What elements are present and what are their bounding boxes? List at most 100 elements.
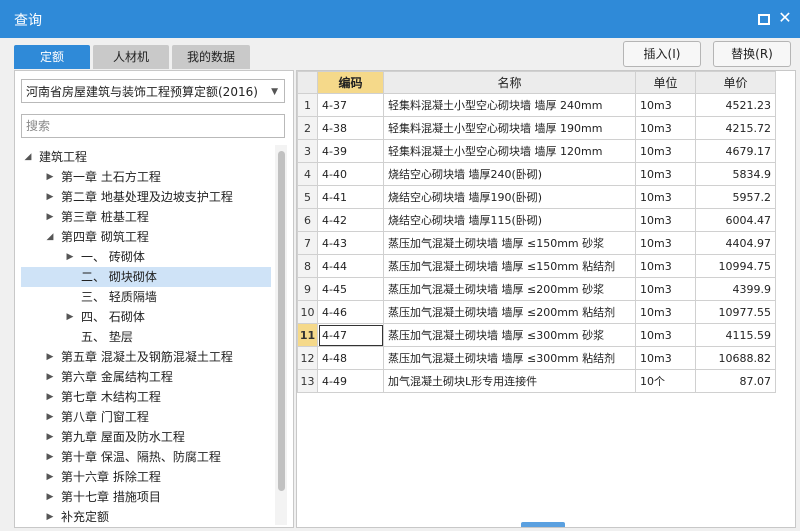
unit-cell[interactable]: 10m3 — [635, 231, 696, 255]
code-cell[interactable]: 4-44 — [317, 254, 384, 278]
expand-icon[interactable]: ▶ — [45, 487, 55, 507]
code-cell[interactable]: 4-42 — [317, 208, 384, 232]
row-number[interactable]: 8 — [297, 254, 318, 278]
tree-scrollbar[interactable] — [275, 145, 287, 525]
column-header-name[interactable]: 名称 — [383, 71, 636, 94]
unit-cell[interactable]: 10m3 — [635, 116, 696, 140]
table-row[interactable]: 5 4-41 烧结空心砌块墙 墙厚190(卧砌) 10m3 5957.2 — [297, 185, 776, 209]
tree-item-chapter-8[interactable]: ▶ 第八章 门窗工程 — [21, 407, 271, 427]
expand-icon[interactable]: ▶ — [45, 347, 55, 367]
table-row[interactable]: 4 4-40 烧结空心砌块墙 墙厚240(卧砌) 10m3 5834.9 — [297, 162, 776, 186]
unit-cell[interactable]: 10个 — [635, 369, 696, 393]
unit-cell[interactable]: 10m3 — [635, 277, 696, 301]
row-number[interactable]: 1 — [297, 93, 318, 117]
table-row[interactable]: 10 4-46 蒸压加气混凝土砌块墙 墙厚 ≤200mm 粘结剂 10m3 10977.… — [297, 300, 776, 324]
tree-item-chapter-2[interactable]: ▶ 第二章 地基处理及边坡支护工程 — [21, 187, 271, 207]
tree-item-chapter-9[interactable]: ▶ 第九章 屋面及防水工程 — [21, 427, 271, 447]
table-row[interactable]: 8 4-44 蒸压加气混凝土砌块墙 墙厚 ≤150mm 粘结剂 10m3 10994.7… — [297, 254, 776, 278]
table-row[interactable]: 7 4-43 蒸压加气混凝土砌块墙 墙厚 ≤150mm 砂浆 10m3 4404.97 — [297, 231, 776, 255]
expand-icon[interactable]: ▶ — [45, 407, 55, 427]
row-number[interactable]: 10 — [297, 300, 318, 324]
tree-item-light-partition[interactable]: 三、 轻质隔墙 — [21, 287, 271, 307]
code-cell[interactable]: 4-38 — [317, 116, 384, 140]
tree-item-chapter-7[interactable]: ▶ 第七章 木结构工程 — [21, 387, 271, 407]
price-cell[interactable]: 10688.82 — [695, 346, 776, 370]
row-number[interactable]: 3 — [297, 139, 318, 163]
tree-item-chapter-5[interactable]: ▶ 第五章 混凝土及钢筋混凝土工程 — [21, 347, 271, 367]
tree-item-chapter-6[interactable]: ▶ 第六章 金属结构工程 — [21, 367, 271, 387]
tree-item-brick-masonry[interactable]: ▶ 一、 砖砌体 — [21, 247, 271, 267]
row-number[interactable]: 11 — [297, 323, 318, 347]
maximize-icon[interactable] — [754, 9, 772, 27]
tree-item-building[interactable]: ◢ 建筑工程 — [21, 147, 271, 167]
chevron-down-icon[interactable]: ▼ — [271, 80, 278, 104]
unit-cell[interactable]: 10m3 — [635, 93, 696, 117]
expand-icon[interactable]: ▶ — [45, 207, 55, 227]
close-icon[interactable]: ✕ — [776, 9, 794, 27]
table-row[interactable]: 3 4-39 轻集料混凝土小型空心砌块墙 墙厚 120mm 10m3 4679.17 — [297, 139, 776, 163]
price-cell[interactable]: 10977.55 — [695, 300, 776, 324]
replace-button[interactable]: 替换(R) — [713, 41, 791, 67]
table-row[interactable]: 1 4-37 轻集料混凝土小型空心砌块墙 墙厚 240mm 10m3 4521.23 — [297, 93, 776, 117]
name-cell[interactable]: 加气混凝土砌块L形专用连接件 — [383, 369, 636, 393]
insert-button[interactable]: 插入(I) — [623, 41, 701, 67]
grid-scroll-grip[interactable] — [521, 522, 565, 527]
name-cell[interactable]: 烧结空心砌块墙 墙厚240(卧砌) — [383, 162, 636, 186]
unit-cell[interactable]: 10m3 — [635, 300, 696, 324]
table-row[interactable]: 6 4-42 烧结空心砌块墙 墙厚115(卧砌) 10m3 6004.47 — [297, 208, 776, 232]
code-cell[interactable]: 4-46 — [317, 300, 384, 324]
expand-icon[interactable]: ▶ — [65, 247, 75, 267]
price-cell[interactable]: 4399.9 — [695, 277, 776, 301]
code-cell[interactable]: 4-47 — [317, 323, 384, 347]
tree-scrollbar-thumb[interactable] — [278, 151, 285, 491]
collapse-icon[interactable]: ◢ — [23, 147, 33, 167]
expand-icon[interactable]: ▶ — [45, 187, 55, 207]
tree-item-chapter-1[interactable]: ▶ 第一章 土石方工程 — [21, 167, 271, 187]
name-cell[interactable]: 烧结空心砌块墙 墙厚115(卧砌) — [383, 208, 636, 232]
row-number[interactable]: 9 — [297, 277, 318, 301]
unit-cell[interactable]: 10m3 — [635, 208, 696, 232]
code-cell[interactable]: 4-43 — [317, 231, 384, 255]
expand-icon[interactable]: ▶ — [45, 387, 55, 407]
tree-item-stone-masonry[interactable]: ▶ 四、 石砌体 — [21, 307, 271, 327]
row-number[interactable]: 5 — [297, 185, 318, 209]
expand-icon[interactable]: ▶ — [45, 167, 55, 187]
name-cell[interactable]: 蒸压加气混凝土砌块墙 墙厚 ≤150mm 砂浆 — [383, 231, 636, 255]
column-header-unit[interactable]: 单位 — [635, 71, 696, 94]
code-cell[interactable]: 4-39 — [317, 139, 384, 163]
price-cell[interactable]: 4679.17 — [695, 139, 776, 163]
name-cell[interactable]: 烧结空心砌块墙 墙厚190(卧砌) — [383, 185, 636, 209]
expand-icon[interactable]: ▶ — [45, 507, 55, 525]
table-row[interactable]: 2 4-38 轻集料混凝土小型空心砌块墙 墙厚 190mm 10m3 4215.72 — [297, 116, 776, 140]
code-cell[interactable]: 4-41 — [317, 185, 384, 209]
unit-cell[interactable]: 10m3 — [635, 254, 696, 278]
tree-item-chapter-4[interactable]: ◢ 第四章 砌筑工程 — [21, 227, 271, 247]
row-number[interactable]: 12 — [297, 346, 318, 370]
tree-item-block-masonry[interactable]: 二、 砌块砌体 — [21, 267, 271, 287]
price-cell[interactable]: 87.07 — [695, 369, 776, 393]
name-cell[interactable]: 蒸压加气混凝土砌块墙 墙厚 ≤200mm 砂浆 — [383, 277, 636, 301]
tab-labor-material-machine[interactable]: 人材机 — [93, 45, 169, 69]
unit-cell[interactable]: 10m3 — [635, 139, 696, 163]
expand-icon[interactable]: ▶ — [45, 447, 55, 467]
row-number[interactable]: 2 — [297, 116, 318, 140]
price-cell[interactable]: 5834.9 — [695, 162, 776, 186]
name-cell[interactable]: 蒸压加气混凝土砌块墙 墙厚 ≤300mm 砂浆 — [383, 323, 636, 347]
name-cell[interactable]: 蒸压加气混凝土砌块墙 墙厚 ≤200mm 粘结剂 — [383, 300, 636, 324]
price-cell[interactable]: 4404.97 — [695, 231, 776, 255]
price-cell[interactable]: 4215.72 — [695, 116, 776, 140]
price-cell[interactable]: 4521.23 — [695, 93, 776, 117]
search-input[interactable] — [21, 114, 285, 138]
code-cell[interactable]: 4-49 — [317, 369, 384, 393]
price-cell[interactable]: 4115.59 — [695, 323, 776, 347]
expand-icon[interactable]: ▶ — [45, 427, 55, 447]
tab-quota[interactable]: 定额 — [14, 45, 90, 69]
row-number[interactable]: 4 — [297, 162, 318, 186]
name-cell[interactable]: 轻集料混凝土小型空心砌块墙 墙厚 240mm — [383, 93, 636, 117]
tree-item-supplement[interactable]: ▶ 补充定额 — [21, 507, 271, 525]
column-header-code[interactable]: 编码 — [317, 71, 384, 94]
table-row[interactable]: 13 4-49 加气混凝土砌块L形专用连接件 10个 87.07 — [297, 369, 776, 393]
tree-item-chapter-3[interactable]: ▶ 第三章 桩基工程 — [21, 207, 271, 227]
collapse-icon[interactable]: ◢ — [45, 227, 55, 247]
tree-item-chapter-10[interactable]: ▶ 第十章 保温、隔热、防腐工程 — [21, 447, 271, 467]
